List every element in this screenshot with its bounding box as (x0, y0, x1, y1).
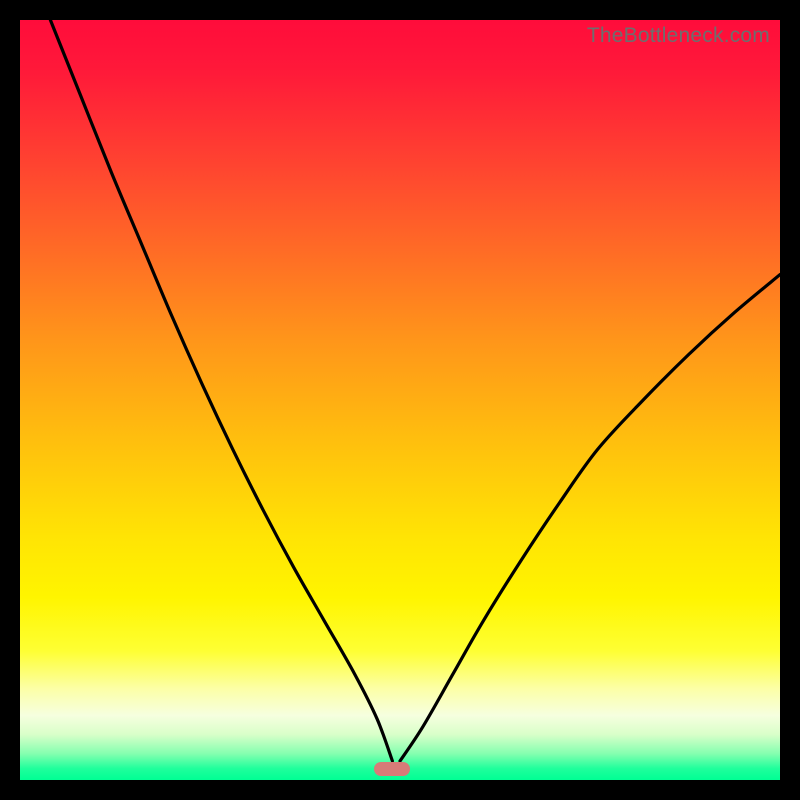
chart-frame: TheBottleneck.com (0, 0, 800, 800)
plot-area: TheBottleneck.com (20, 20, 780, 780)
bottleneck-curve (20, 20, 780, 780)
watermark-text: TheBottleneck.com (587, 24, 770, 48)
optimum-marker (374, 762, 410, 776)
